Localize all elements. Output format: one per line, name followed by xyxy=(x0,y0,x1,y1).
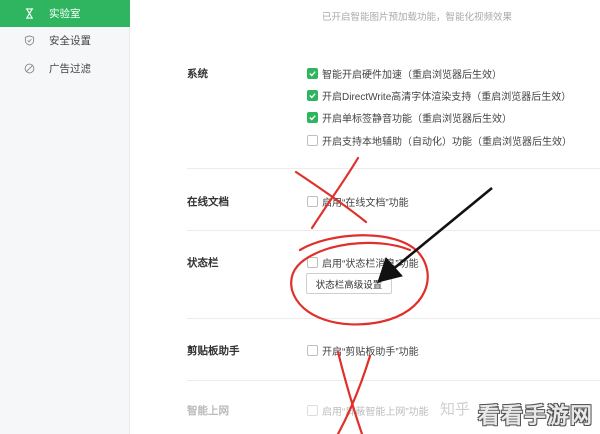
sidebar: 实验室 安全设置 广告过滤 xyxy=(0,0,130,434)
divider xyxy=(187,380,600,381)
checkbox-unchecked[interactable] xyxy=(307,196,318,207)
divider xyxy=(187,318,600,319)
option-label: 开启“剪贴板助手”功能 xyxy=(322,347,419,358)
section-clipboard-label: 剪贴板助手 xyxy=(187,345,240,357)
checkbox-checked[interactable] xyxy=(307,90,318,101)
option-online-docs[interactable]: 启用“在线文档”功能 xyxy=(307,194,409,209)
check-icon xyxy=(309,115,316,121)
watermark-brand: 看看手游网 xyxy=(478,403,594,428)
sidebar-item-adblock[interactable]: 广告过滤 xyxy=(0,55,130,82)
check-icon xyxy=(309,93,316,99)
section-status-bar-label: 状态栏 xyxy=(187,257,219,269)
checkbox-unchecked[interactable] xyxy=(307,135,318,146)
option-clipboard-helper[interactable]: 开启“剪贴板助手”功能 xyxy=(307,343,419,358)
checkbox-unchecked[interactable] xyxy=(307,257,318,268)
section-smart-net-label: 智能上网 xyxy=(187,405,229,417)
divider xyxy=(187,168,600,169)
option-label: 开启支持本地辅助（自动化）功能（重启浏览器后生效） xyxy=(322,137,572,148)
sidebar-item-label: 实验室 xyxy=(49,8,81,20)
checkbox-unchecked[interactable] xyxy=(307,345,318,356)
checkbox-checked[interactable] xyxy=(307,68,318,79)
section-system-label: 系统 xyxy=(187,68,208,80)
sidebar-item-security[interactable]: 安全设置 xyxy=(0,27,130,54)
sidebar-item-label: 安全设置 xyxy=(49,35,91,47)
option-label: 开启DirectWrite高清字体渲染支持（重启浏览器后生效） xyxy=(322,92,572,103)
option-label: 启用“屏蔽智能上网”功能 xyxy=(322,407,429,418)
option-status-bar-messages[interactable]: 启用“状态栏消息”功能 xyxy=(307,255,419,270)
option-label: 智能开启硬件加速（重启浏览器后生效） xyxy=(322,70,502,81)
lab-flask-icon xyxy=(24,8,35,19)
option-tab-mute[interactable]: 开启单标签静音功能（重启浏览器后生效） xyxy=(307,110,512,125)
section-online-docs-label: 在线文档 xyxy=(187,196,229,208)
option-label: 启用“在线文档”功能 xyxy=(322,198,409,209)
option-label: 启用“状态栏消息”功能 xyxy=(322,259,419,270)
sidebar-item-lab[interactable]: 实验室 xyxy=(0,0,130,27)
shield-icon xyxy=(24,35,35,46)
block-circle-icon xyxy=(24,63,35,74)
divider xyxy=(187,230,600,231)
checkbox-checked[interactable] xyxy=(307,112,318,123)
top-description-2: 已开启智能图片预加载功能，智能化视频效果 xyxy=(322,12,513,23)
option-smart-net[interactable]: 启用“屏蔽智能上网”功能 xyxy=(307,403,429,418)
red-x-mark-bottom xyxy=(336,350,372,434)
check-icon xyxy=(309,71,316,77)
watermark-zhihu: 知乎 xyxy=(440,401,471,418)
status-bar-advanced-settings-button[interactable]: 状态栏高级设置 xyxy=(306,273,392,294)
option-local-assist[interactable]: 开启支持本地辅助（自动化）功能（重启浏览器后生效） xyxy=(307,133,572,148)
option-directwrite[interactable]: 开启DirectWrite高清字体渲染支持（重启浏览器后生效） xyxy=(307,88,571,103)
option-hardware-acceleration[interactable]: 智能开启硬件加速（重启浏览器后生效） xyxy=(307,66,502,81)
sidebar-item-label: 广告过滤 xyxy=(49,63,91,75)
option-label: 开启单标签静音功能（重启浏览器后生效） xyxy=(322,114,512,125)
checkbox-unchecked[interactable] xyxy=(307,405,318,416)
